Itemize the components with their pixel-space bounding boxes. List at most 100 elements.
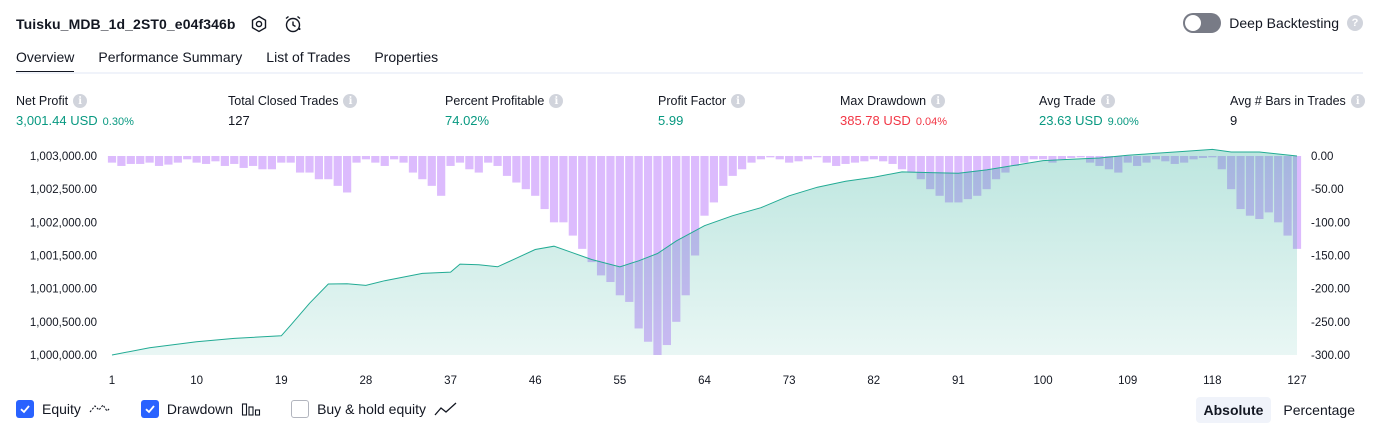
value-mode-switch: Absolute Percentage xyxy=(1195,397,1364,423)
drawdown-bar xyxy=(408,156,418,173)
metric-percent: 0.04% xyxy=(915,116,948,128)
drawdown-bar xyxy=(399,156,408,163)
drawdown-bar xyxy=(352,156,361,163)
drawdown-bar xyxy=(888,156,897,164)
drawdown-bar xyxy=(286,156,295,163)
x-axis-tick: 1 xyxy=(109,375,115,387)
drawdown-bar xyxy=(559,156,568,223)
mode-percentage-button[interactable]: Percentage xyxy=(1275,397,1363,423)
info-icon[interactable]: i xyxy=(731,94,746,108)
info-icon[interactable]: i xyxy=(343,94,358,108)
drawdown-bar xyxy=(766,156,775,158)
metric-label: Avg # Bars in Trades xyxy=(1230,94,1346,108)
drawdown-bar xyxy=(333,156,342,186)
drawdown-bar xyxy=(907,156,916,173)
replay-clock-icon[interactable] xyxy=(282,13,304,35)
x-axis-tick: 10 xyxy=(190,375,203,387)
drawdown-bar xyxy=(841,156,850,164)
drawdown-bar xyxy=(173,156,182,163)
metric-profit-factor: Profit Factor i 5.99 xyxy=(658,94,746,128)
info-icon[interactable]: i xyxy=(931,94,946,108)
x-axis-tick: 73 xyxy=(783,375,796,387)
drawdown-bar xyxy=(277,156,286,163)
drawdown-bar xyxy=(728,156,737,176)
info-icon[interactable]: i xyxy=(1350,94,1365,108)
drawdown-bar xyxy=(437,156,446,196)
drawdown-bar xyxy=(380,156,389,166)
drawdown-bar xyxy=(587,156,596,263)
drawdown-bar xyxy=(1029,156,1038,160)
metric-label: Net Profit xyxy=(16,94,69,108)
tab-list-of-trades[interactable]: List of Trades xyxy=(266,44,350,74)
drawdown-bar xyxy=(343,156,352,193)
drawdown-bar xyxy=(230,156,239,164)
x-axis-tick: 37 xyxy=(444,375,457,387)
legend-equity[interactable]: Equity xyxy=(16,400,111,418)
drawdown-bar xyxy=(474,156,483,173)
checkbox-unchecked-icon[interactable] xyxy=(291,400,310,418)
drawdown-bar xyxy=(803,156,813,160)
strategy-name: Tuisku_MDB_1d_2ST0_e04f346b xyxy=(16,16,236,32)
checkbox-checked-icon[interactable] xyxy=(16,400,34,418)
right-axis-tick: 0.00 xyxy=(1311,151,1333,163)
strategy-header: Tuisku_MDB_1d_2ST0_e04f346b xyxy=(16,12,304,36)
legend-label: Drawdown xyxy=(166,401,234,417)
x-axis-tick: 109 xyxy=(1118,375,1137,387)
checkbox-checked-icon[interactable] xyxy=(140,400,159,418)
drawdown-bar xyxy=(427,156,436,186)
drawdown-bar xyxy=(719,156,728,186)
x-axis-tick: 55 xyxy=(613,375,626,387)
drawdown-bar xyxy=(549,156,559,223)
x-axis: 1 10 19 28 37 46 55 64 73 82 91 100 109 118 127 xyxy=(109,375,1307,387)
drawdown-bar xyxy=(1020,156,1029,163)
info-icon[interactable]: i xyxy=(549,94,564,108)
legend-drawdown[interactable]: Drawdown xyxy=(140,400,261,418)
drawdown-bars-icon xyxy=(241,401,261,417)
help-icon[interactable]: ? xyxy=(1347,15,1363,31)
equity-drawdown-chart[interactable]: 1,003,000.00 1,002,500.00 1,002,000.00 1,00… xyxy=(0,140,1379,390)
tab-properties[interactable]: Properties xyxy=(374,44,438,74)
tab-overview[interactable]: Overview xyxy=(16,44,75,74)
drawdown-bar xyxy=(832,156,841,166)
x-axis-tick: 118 xyxy=(1203,375,1221,387)
drawdown-bar xyxy=(107,156,117,163)
info-icon[interactable]: i xyxy=(1100,94,1115,108)
drawdown-bar xyxy=(192,156,201,163)
drawdown-bar xyxy=(709,156,718,203)
deep-backtesting-toggle[interactable] xyxy=(1183,13,1222,33)
metric-max-drawdown: Max Drawdown i 385.78 USD 0.04% xyxy=(840,94,947,128)
drawdown-bar xyxy=(596,156,606,276)
metric-avg-bars: Avg # Bars in Trades i 9 xyxy=(1230,94,1365,128)
drawdown-bar xyxy=(267,156,276,170)
chart-legend: Equity Drawdown Buy & hold equity xyxy=(16,400,488,418)
drawdown-bar xyxy=(371,156,380,163)
deep-backtesting-label: Deep Backtesting xyxy=(1229,15,1339,31)
drawdown-bar xyxy=(126,156,135,164)
drawdown-bar xyxy=(183,156,192,160)
metric-value: 9 xyxy=(1230,113,1238,128)
drawdown-bar xyxy=(314,156,323,180)
legend-buy-hold[interactable]: Buy & hold equity xyxy=(291,400,458,418)
metric-percent: 9.00% xyxy=(1107,116,1139,128)
drawdown-bar xyxy=(813,156,822,158)
drawdown-bar xyxy=(248,156,258,166)
drawdown-bar xyxy=(446,156,455,166)
tab-performance-summary[interactable]: Performance Summary xyxy=(98,44,242,74)
left-axis-tick: 1,001,000.00 xyxy=(30,284,97,296)
drawdown-bar xyxy=(747,156,756,163)
right-axis-tick: -50.00 xyxy=(1311,184,1344,196)
drawdown-bar xyxy=(305,156,314,173)
drawdown-bar xyxy=(145,156,154,163)
right-axis-tick: -100.00 xyxy=(1311,217,1350,229)
x-axis-tick: 64 xyxy=(698,375,711,387)
left-axis-tick: 1,001,500.00 xyxy=(30,251,97,263)
mode-absolute-button[interactable]: Absolute xyxy=(1195,397,1272,423)
drawdown-bar xyxy=(295,156,305,173)
drawdown-bar xyxy=(117,156,126,166)
info-icon[interactable]: i xyxy=(73,94,88,108)
settings-hex-icon[interactable] xyxy=(248,13,270,35)
drawdown-bar xyxy=(879,156,888,162)
drawdown-bar xyxy=(154,156,164,166)
drawdown-bar xyxy=(775,156,784,160)
drawdown-bar xyxy=(136,156,145,164)
